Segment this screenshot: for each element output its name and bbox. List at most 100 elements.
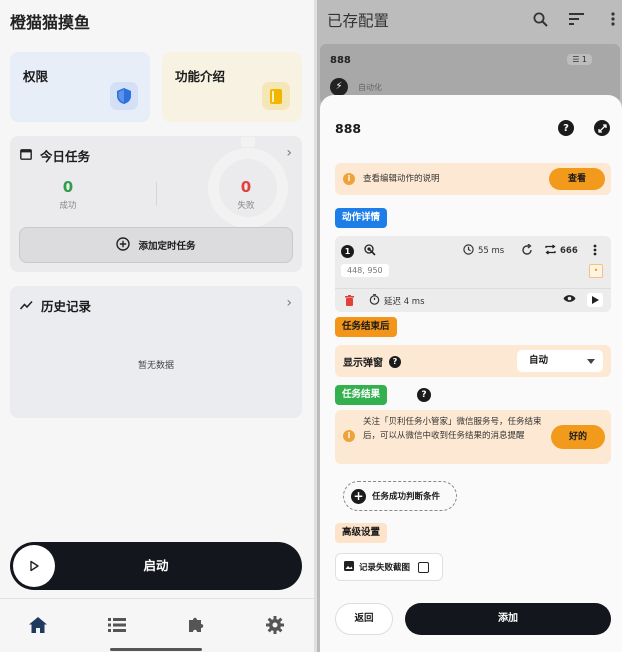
action-index: 1 — [341, 245, 354, 258]
list-icon[interactable] — [105, 613, 129, 637]
app-title: 橙猫猫摸鱼 — [10, 13, 91, 32]
start-button[interactable]: 启动 — [10, 542, 302, 590]
book-icon — [262, 82, 290, 110]
permissions-title: 权限 — [23, 69, 49, 84]
shield-icon — [110, 82, 138, 110]
duration-display: 55 ms — [463, 244, 504, 258]
stopwatch-icon — [369, 294, 380, 308]
action-card[interactable]: 1 55 ms 666 448, 950 • 延迟 4 ms — [335, 236, 611, 312]
bottom-tab-bar — [0, 598, 314, 652]
sort-icon[interactable] — [567, 10, 585, 28]
delay-display[interactable]: 延迟 4 ms — [369, 294, 425, 308]
add-scheduled-task-button[interactable]: 添加定时任务 — [19, 227, 293, 263]
action-more-icon[interactable] — [593, 244, 597, 256]
action-card-divider — [335, 288, 611, 289]
play-icon — [13, 545, 55, 587]
config-item-name: 888 — [330, 55, 351, 66]
more-vertical-icon[interactable] — [604, 10, 622, 28]
expand-icon[interactable] — [594, 120, 610, 136]
chevron-right-icon[interactable]: › — [286, 145, 292, 161]
action-count: 1 — [581, 55, 587, 64]
action-details-tag: 动作详情 — [335, 208, 388, 228]
fail-count: 0 — [240, 178, 252, 196]
popup-mode-value: 自动 — [529, 355, 549, 366]
history-card: 历史记录 › 暂无数据 — [10, 286, 302, 418]
repeat-count-display[interactable]: 666 — [545, 244, 578, 258]
stat-divider — [156, 182, 157, 206]
record-failure-screenshot-label: 记录失败截图 — [359, 563, 411, 573]
dropdown-caret-icon — [587, 359, 595, 364]
image-icon — [344, 560, 354, 574]
instructions-text: 查看编辑动作的说明 — [363, 174, 440, 184]
record-failure-screenshot-toggle[interactable]: 记录失败截图 — [335, 553, 443, 581]
fail-stat: 0 失败 — [196, 178, 296, 211]
config-editor-sheet: 888 ? i 查看编辑动作的说明 查看 动作详情 1 55 ms 666 44… — [320, 95, 622, 652]
delay-value: 延迟 4 ms — [384, 297, 425, 307]
today-tasks-card: 今日任务 › 0 成功 0 失败 添加定时任务 — [10, 136, 302, 272]
chevron-right-icon[interactable]: › — [286, 295, 292, 311]
loop-icon[interactable] — [521, 244, 533, 256]
success-stat: 0 成功 — [18, 178, 118, 211]
puzzle-icon[interactable] — [184, 613, 208, 637]
duration-value: 55 ms — [478, 246, 505, 256]
saved-configs-title: 已存配置 — [327, 12, 390, 30]
info-icon: i — [343, 430, 355, 442]
home-icon[interactable] — [26, 613, 50, 637]
saved-configs-screen: 已存配置 888 ☰ 1 ⚡ 自动化 888 ? i 查看编辑动作的说明 查看 … — [317, 0, 622, 652]
tap-icon — [364, 244, 376, 259]
advanced-settings-tag: 高级设置 — [335, 523, 388, 543]
features-card[interactable]: 功能介绍 — [162, 52, 302, 122]
today-tasks-header[interactable]: 今日任务 — [20, 146, 90, 165]
screenshot-checkbox[interactable] — [418, 561, 430, 573]
config-name: 888 — [335, 121, 362, 136]
plus-icon: + — [351, 488, 366, 504]
calendar-icon — [20, 148, 32, 163]
show-popup-label: 显示弹窗 — [343, 358, 383, 369]
wechat-notice-text: 关注「贝利任务小管家」微信服务号，任务结束后，可以从微信中收到任务结果的消息提醒 — [363, 417, 542, 441]
info-icon: i — [343, 173, 355, 185]
add-scheduled-task-label: 添加定时任务 — [138, 241, 196, 252]
help-icon[interactable]: ? — [417, 388, 431, 402]
action-count-badge: ☰ 1 — [567, 54, 592, 65]
gear-icon[interactable] — [263, 613, 287, 637]
features-title: 功能介绍 — [175, 69, 226, 84]
preview-eye-icon[interactable] — [563, 294, 576, 303]
action-header: 1 — [341, 244, 376, 259]
home-indicator — [110, 648, 202, 651]
wechat-notice-banner: i 关注「贝利任务小管家」微信服务号，任务结束后，可以从微信中收到任务结果的消息… — [335, 410, 611, 464]
repeat-count: 666 — [560, 246, 578, 256]
add-success-condition-label: 任务成功判断条件 — [372, 492, 441, 502]
timer-icon — [463, 244, 474, 258]
trend-icon — [19, 298, 33, 313]
success-label: 成功 — [59, 201, 77, 211]
show-popup-setting: 显示弹窗 ? 自动 — [335, 345, 611, 377]
back-button[interactable]: 返回 — [335, 603, 393, 635]
repeat-icon — [545, 244, 556, 258]
add-success-condition-button[interactable]: + 任务成功判断条件 — [343, 481, 457, 511]
task-result-tag: 任务结果 — [335, 385, 388, 405]
after-task-tag: 任务结束后 — [335, 317, 397, 337]
delete-icon[interactable] — [345, 295, 354, 306]
show-popup-label-group: 显示弹窗 ? — [343, 354, 401, 369]
permissions-card[interactable]: 权限 — [10, 52, 150, 122]
view-instructions-button[interactable]: 查看 — [549, 168, 605, 190]
marker-icon[interactable]: • — [589, 264, 603, 278]
help-icon[interactable]: ? — [389, 355, 401, 368]
today-tasks-title: 今日任务 — [40, 149, 91, 164]
config-mode-label: 自动化 — [358, 83, 382, 92]
success-count: 0 — [62, 178, 74, 196]
ok-button[interactable]: 好的 — [551, 425, 605, 449]
popup-mode-select[interactable]: 自动 — [517, 350, 603, 372]
empty-state-text: 暂无数据 — [137, 361, 174, 371]
search-icon[interactable] — [531, 10, 549, 28]
home-screen: 橙猫猫摸鱼 权限 功能介绍 今日任务 › 0 成功 0 失败 添加定时任务 历史… — [0, 0, 314, 652]
help-icon[interactable]: ? — [558, 120, 574, 136]
tap-coordinates: 448, 950 — [341, 264, 389, 277]
fail-label: 失败 — [237, 201, 255, 211]
play-action-icon[interactable] — [587, 293, 603, 307]
add-button[interactable]: 添加 — [405, 603, 611, 635]
history-title: 历史记录 — [41, 299, 92, 314]
history-header[interactable]: 历史记录 — [19, 296, 92, 315]
instructions-banner: i 查看编辑动作的说明 查看 — [335, 163, 611, 195]
add-circle-icon — [116, 236, 131, 254]
